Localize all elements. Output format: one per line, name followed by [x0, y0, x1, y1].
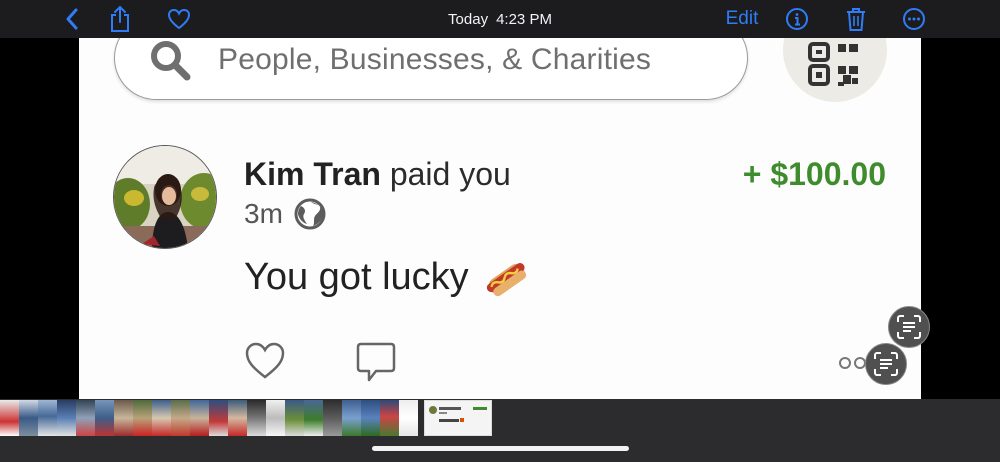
thumbnail[interactable]	[266, 400, 285, 436]
thumbnail[interactable]	[57, 400, 76, 436]
thumbnail[interactable]	[171, 400, 190, 436]
delete-button[interactable]	[842, 4, 870, 34]
thumbnail[interactable]	[95, 400, 114, 436]
live-text-icon	[874, 352, 898, 376]
avatar	[113, 145, 217, 249]
thumbnail[interactable]	[190, 400, 209, 436]
ellipsis-icon	[903, 8, 925, 30]
screenshot-photo[interactable]: People, Businesses, & Charities Kim Tran…	[79, 38, 921, 399]
thumbnail[interactable]	[247, 400, 266, 436]
live-text-button[interactable]	[888, 306, 930, 348]
thumbnail-list	[0, 400, 492, 436]
thumbnail[interactable]	[380, 400, 399, 436]
thumbnail[interactable]	[342, 400, 361, 436]
info-icon	[786, 8, 808, 30]
thumbnail[interactable]	[228, 400, 247, 436]
qr-code-icon	[808, 42, 858, 86]
hotdog-icon	[486, 262, 526, 296]
search-field: People, Businesses, & Charities	[114, 38, 748, 100]
trash-icon	[847, 8, 865, 31]
edit-label: Edit	[725, 8, 759, 29]
transaction-meta: 3m	[244, 196, 327, 232]
transaction-title: Kim Tran paid you	[244, 156, 511, 193]
transaction-note: You got lucky	[244, 256, 529, 299]
thumbnail[interactable]	[399, 400, 418, 436]
thumbnail[interactable]	[133, 400, 152, 436]
date-label: Today	[448, 10, 489, 28]
transaction-time: 3m	[244, 198, 283, 229]
thumbnail[interactable]	[0, 400, 19, 436]
thumbnail[interactable]	[152, 400, 171, 436]
thumbnail[interactable]	[76, 400, 95, 436]
search-placeholder: People, Businesses, & Charities	[218, 43, 652, 76]
transaction-amount: + $100.00	[742, 156, 886, 192]
home-indicator	[372, 446, 629, 451]
search-icon	[151, 41, 191, 81]
thumbnail-current[interactable]	[424, 400, 492, 436]
thumbnail-strip[interactable]	[0, 399, 1000, 462]
thumbnail[interactable]	[323, 400, 342, 436]
comment-icon	[356, 342, 396, 382]
thumbnail[interactable]	[38, 400, 57, 436]
thumbnail[interactable]	[361, 400, 380, 436]
thumbnail[interactable]	[304, 400, 323, 436]
edit-button[interactable]: Edit	[722, 4, 762, 34]
thumbnail[interactable]	[114, 400, 133, 436]
globe-icon	[294, 198, 326, 230]
live-text-icon	[897, 315, 921, 339]
payer-name: Kim Tran	[244, 156, 381, 192]
qr-code-button	[783, 38, 887, 102]
transaction-action: paid you	[389, 156, 511, 192]
thumbnail[interactable]	[285, 400, 304, 436]
time-label: 4:23 PM	[496, 10, 552, 28]
photos-toolbar: Today 4:23 PM Edit	[0, 0, 1000, 38]
note-text: You got lucky	[244, 256, 469, 298]
thumbnail[interactable]	[19, 400, 38, 436]
thumbnail[interactable]	[209, 400, 228, 436]
heart-outline-icon	[245, 342, 285, 379]
info-button[interactable]	[783, 4, 811, 34]
more-button[interactable]	[900, 4, 928, 34]
live-text-button[interactable]	[865, 343, 907, 385]
photos-viewer: Today 4:23 PM Edit People, Businesses, &…	[0, 0, 1000, 462]
